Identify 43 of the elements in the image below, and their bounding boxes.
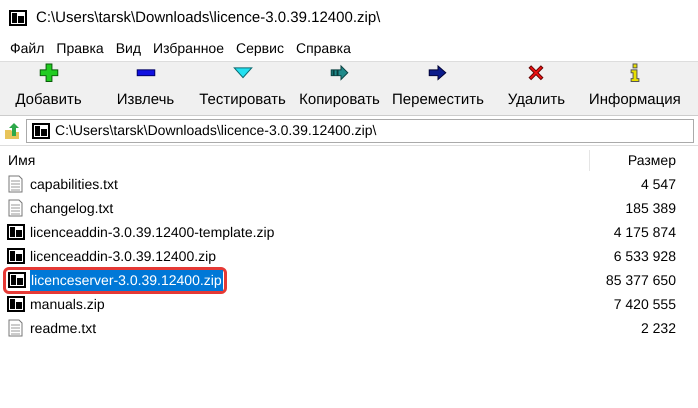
file-size: 185 389 (624, 198, 677, 218)
archive-icon (31, 122, 51, 140)
up-folder-icon[interactable] (4, 122, 22, 140)
address-field[interactable]: C:\Users\tarsk\Downloads\licence-3.0.39.12400.zip\ (26, 118, 694, 142)
toolbar-button[interactable]: Добавить (0, 63, 97, 115)
archive-icon (6, 295, 26, 313)
menu-item[interactable]: Файл (4, 38, 50, 59)
file-name[interactable]: manuals.zip (29, 294, 106, 314)
file-name[interactable]: readme.txt (29, 318, 98, 338)
file-size: 4 175 874 (612, 222, 677, 242)
archive-icon (6, 223, 26, 241)
menu-item[interactable]: Справка (290, 38, 357, 59)
toolbar-button[interactable]: Информация (584, 63, 685, 115)
file-size: 4 547 (640, 174, 677, 194)
window-title: C:\Users\tarsk\Downloads\licence-3.0.39.12400.zip\ (36, 8, 380, 28)
plus-icon (38, 63, 58, 82)
file-name[interactable]: capabilities.txt (29, 174, 119, 194)
column-header[interactable]: Имя (0, 150, 590, 170)
arrow-icon (428, 63, 448, 82)
address-text: C:\Users\tarsk\Downloads\licence-3.0.39.12400.zip\ (55, 121, 376, 140)
file-name[interactable]: licenceaddin-3.0.39.12400-template.zip (29, 222, 276, 242)
menu-item[interactable]: Сервис (230, 38, 290, 59)
close-icon (526, 63, 546, 82)
file-size: 2 232 (640, 318, 677, 338)
file-name[interactable]: licenceaddin-3.0.39.12400.zip (29, 246, 218, 266)
arrow-icon (330, 63, 350, 82)
menu-item[interactable]: Избранное (147, 38, 230, 59)
archive-icon (8, 9, 28, 27)
toolbar-button[interactable]: Извлечь (97, 63, 194, 115)
menu-item[interactable]: Вид (110, 38, 148, 59)
file-name[interactable]: changelog.txt (29, 198, 114, 218)
archive-icon (7, 271, 27, 289)
toolbar-button[interactable]: Удалить (488, 63, 585, 115)
file-name[interactable]: licenceserver-3.0.39.12400.zip (30, 270, 223, 290)
archive-icon (6, 247, 26, 265)
file-size: 85 377 650 (604, 270, 677, 290)
column-header[interactable]: Размер (590, 150, 680, 170)
file-size: 7 420 555 (612, 294, 677, 314)
toolbar-button[interactable]: Копировать (291, 63, 388, 115)
file-size: 6 533 928 (612, 246, 677, 266)
toolbar-button[interactable]: Тестировать (194, 63, 291, 115)
toolbar-button[interactable]: Переместить (388, 63, 488, 115)
menu-item[interactable]: Правка (50, 38, 110, 59)
